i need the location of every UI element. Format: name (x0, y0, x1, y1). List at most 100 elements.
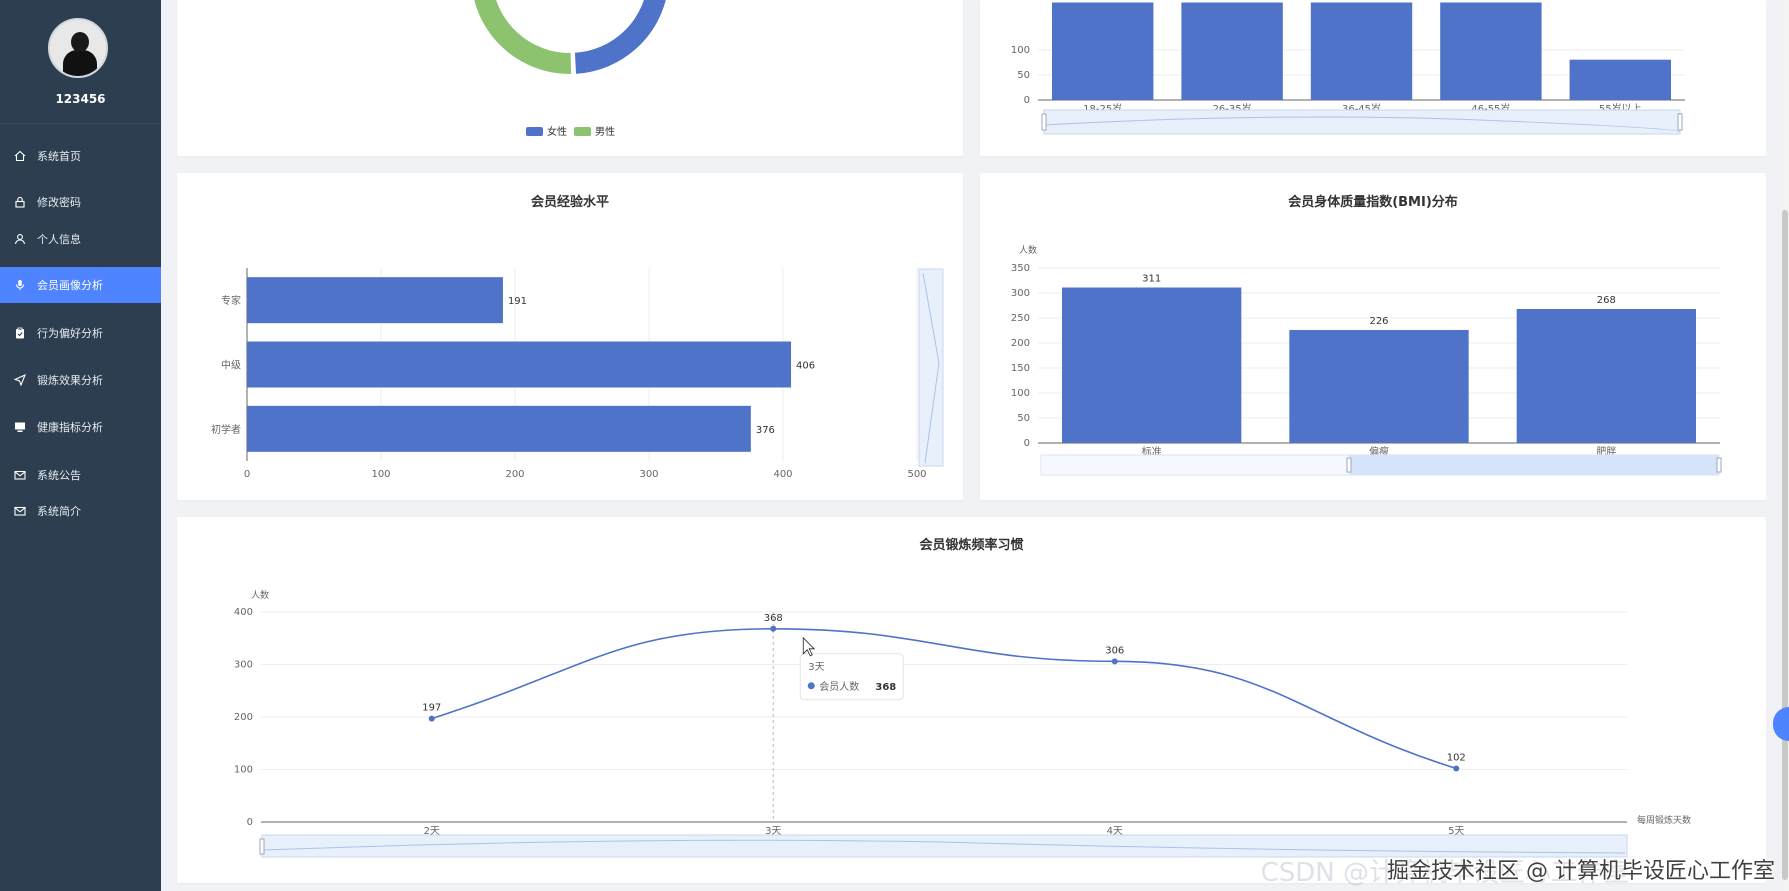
age-bar-chart: 10050018-25岁26-35岁36-45岁46-55岁55岁以上 (1011, 2, 1685, 135)
data-zoom-handle (1716, 457, 1722, 473)
x-tick-label: 500 (907, 469, 926, 480)
y-tick-label: 400 (234, 607, 253, 618)
side-panel-toggle-button[interactable] (1773, 707, 1789, 741)
bar (1181, 2, 1283, 100)
page-scrollbar[interactable] (1781, 0, 1789, 891)
x-tick-label: 100 (371, 469, 390, 480)
y-tick-label: 0 (1024, 95, 1030, 106)
nav-label: 锻炼效果分析 (37, 374, 103, 387)
nav-label: 个人信息 (37, 233, 81, 246)
nav-label: 会员画像分析 (37, 279, 103, 292)
y-tick-label: 200 (1011, 338, 1030, 349)
mouse-cursor-icon (802, 636, 816, 657)
tooltip-value: 368 (875, 682, 896, 693)
data-zoom-slider (918, 268, 944, 467)
bar (1440, 2, 1542, 100)
legend-swatch-female (526, 127, 543, 136)
y-tick-label: 350 (1011, 263, 1030, 274)
gender-donut-chart: 女性 男性 (472, 0, 668, 138)
data-zoom-handle (259, 838, 265, 855)
mail-icon (13, 504, 27, 518)
microphone-icon (13, 278, 27, 292)
nav-item-home[interactable]: 系统首页 (0, 138, 161, 174)
legend-label-male: 男性 (595, 125, 615, 138)
nav-label: 行为偏好分析 (37, 327, 103, 340)
nav-item-profile[interactable]: 个人信息 (0, 221, 161, 257)
watermark: 掘金技术社区 @ 计算机毕设匠心工作室 (1387, 859, 1775, 884)
bmi-bar-chart: 人数350300250200150100500311标准226偏瘦268肥胖 (1011, 244, 1722, 476)
y-tick-label: 300 (1011, 288, 1030, 299)
x-tick-label: 0 (244, 469, 250, 480)
y-tick-label: 100 (1011, 388, 1030, 399)
monitor-icon (13, 420, 27, 434)
x-axis-label: 每周锻炼天数 (1637, 814, 1691, 826)
nav-label: 系统公告 (37, 469, 81, 482)
nav-item-announcements[interactable]: 系统公告 (0, 457, 161, 493)
y-axis-label: 人数 (1019, 244, 1037, 256)
nav-label: 系统简介 (37, 505, 81, 518)
bar (1052, 2, 1154, 100)
tooltip (799, 653, 904, 701)
frequency-chart-panel: 会员锻炼频率习惯 人数 每周锻炼天数 400 300 200 100 0 2天 3天 4天 5天 19… (177, 517, 1766, 883)
nav-item-change-password[interactable]: 修改密码 (0, 184, 161, 220)
y-tick-label: 初学者 (211, 423, 241, 436)
bar (1569, 59, 1671, 100)
bar (1310, 2, 1413, 100)
data-label: 311 (1142, 274, 1161, 285)
nav-item-member-profile-analysis[interactable]: 会员画像分析 (0, 267, 161, 303)
pie-slice-male (472, 0, 574, 76)
data-point (1111, 658, 1118, 665)
data-label: 197 (422, 703, 441, 714)
x-tick-label: 200 (505, 469, 524, 480)
gender-chart-panel: 女性 男性 (177, 0, 963, 156)
data-label: 406 (796, 361, 815, 372)
user-icon (13, 232, 27, 246)
y-tick-label: 50 (1017, 70, 1030, 81)
y-tick-label: 250 (1011, 313, 1030, 324)
data-zoom-selection (1349, 455, 1719, 475)
data-point (1453, 765, 1460, 772)
tooltip-marker (807, 682, 815, 690)
nav-item-behavior-analysis[interactable]: 行为偏好分析 (0, 315, 161, 351)
data-zoom-handle (1041, 113, 1047, 131)
tooltip-label: 会员人数 (819, 680, 859, 693)
y-tick-label: 0 (1024, 438, 1030, 449)
bar (1516, 309, 1696, 443)
data-zoom-handle (1346, 457, 1352, 473)
data-label: 102 (1447, 752, 1466, 763)
user-profile: 123456 (0, 0, 161, 124)
home-icon (13, 149, 27, 163)
age-chart-panel: 10050018-25岁26-35岁36-45岁46-55岁55岁以上 (980, 0, 1766, 156)
data-label: 376 (756, 425, 775, 436)
bar (1062, 287, 1242, 443)
nav-item-exercise-effect-analysis[interactable]: 锻炼效果分析 (0, 362, 161, 398)
nav-label: 健康指标分析 (37, 421, 103, 434)
frequency-line-chart: 人数每周锻炼天数40030020010002天 3天 4天 5天19736830610… (234, 589, 1691, 858)
avatar[interactable] (48, 18, 108, 78)
data-label: 306 (1105, 645, 1124, 656)
x-tick-label: 400 (773, 469, 792, 480)
mail-icon (13, 468, 27, 482)
nav-label: 修改密码 (37, 196, 81, 209)
tooltip-title: 3天 (808, 662, 824, 673)
legend-swatch-male (574, 127, 591, 136)
y-tick-label: 100 (1011, 45, 1030, 56)
data-label: 191 (508, 296, 527, 307)
y-axis-label: 人数 (251, 589, 269, 601)
scrollbar-thumb[interactable] (1782, 210, 1788, 880)
y-tick-label: 0 (247, 817, 253, 828)
data-label: 268 (1597, 295, 1616, 306)
clipboard-icon (13, 326, 27, 340)
nav-item-health-analysis[interactable]: 健康指标分析 (0, 409, 161, 445)
data-label: 226 (1369, 316, 1388, 327)
data-label: 368 (764, 613, 783, 624)
nav-item-system-intro[interactable]: 系统简介 (0, 493, 161, 529)
y-tick-label: 100 (234, 765, 253, 776)
lock-icon (13, 195, 27, 209)
bmi-chart-panel: 会员身体质量指数(BMI)分布 人数 350 300 250 200 150 100 50 0 3… (980, 173, 1766, 500)
y-tick-label: 300 (234, 660, 253, 671)
y-tick-label: 中级 (221, 359, 241, 372)
username: 123456 (55, 92, 106, 106)
data-point (770, 625, 777, 632)
legend-label-female: 女性 (547, 125, 567, 138)
